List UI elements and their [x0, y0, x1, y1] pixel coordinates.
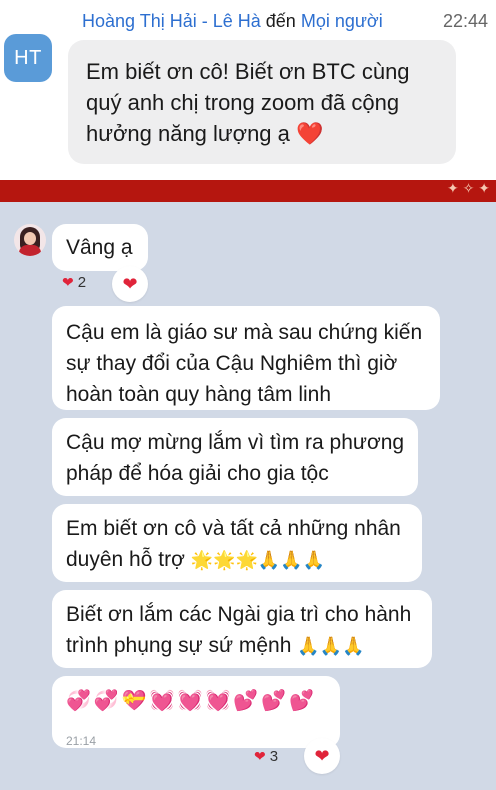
message-line: Biết ơn lắm các Ngài gia trì cho hành — [66, 603, 412, 626]
heart-reaction-button[interactable]: ❤ — [112, 266, 148, 302]
zoom-message-panel: HT Hoàng Thị Hải - Lê Hà đến Mọi người 2… — [0, 0, 496, 180]
reaction-count-value: 2 — [77, 274, 87, 291]
heart-reaction-button[interactable]: ❤ — [304, 738, 340, 774]
pray-emoji: 🙏🙏🙏 — [297, 636, 365, 656]
star-pray-emoji: 🌟🌟🌟🙏🙏🙏 — [190, 550, 326, 570]
message-line: hoàn toàn quy hàng tâm linh — [66, 383, 332, 406]
message-time: 22:44 — [442, 11, 488, 31]
zoom-message-bubble[interactable]: Em biết ơn cô! Biết ơn BTC cùng quý anh … — [68, 40, 456, 164]
message-line: pháp để hóa giải cho gia tộc — [66, 462, 329, 485]
hearts-emoji-row: 💞💞💝💓💓💓💕💕💕 — [66, 690, 318, 712]
message-text: Vâng ạ — [66, 236, 133, 259]
telegram-chat-area: Vâng ạ ❤ 2 ❤ Cậu em là giáo sư mà sau ch… — [0, 202, 496, 790]
message-text: trình phụng sự sứ mệnh — [66, 634, 292, 657]
user-avatar[interactable] — [14, 224, 46, 256]
recipient-name[interactable]: Mọi người — [301, 11, 383, 31]
message-line: Cậu mợ mừng lắm vì tìm ra phương — [66, 431, 405, 454]
message-line: duyên hỗ trợ 🌟🌟🌟🙏🙏🙏 — [66, 544, 408, 576]
chat-message[interactable]: Cậu mợ mừng lắm vì tìm ra phương pháp để… — [52, 418, 418, 496]
heart-icon: ❤ — [62, 274, 74, 290]
avatar-dress — [19, 245, 41, 256]
message-line: Em biết ơn cô và tất cả những nhân — [66, 517, 401, 540]
message-line: Em biết ơn cô! Biết ơn BTC cùng — [86, 59, 410, 84]
reaction-count[interactable]: ❤ 2 — [62, 274, 86, 291]
message-line: hưởng năng lượng ạ ❤️ — [86, 121, 324, 146]
reaction-count[interactable]: ❤ 3 — [254, 748, 278, 765]
chat-message[interactable]: Vâng ạ — [52, 224, 148, 271]
screenshot-divider: ✦ ✧ ✦ — [0, 180, 496, 202]
avatar-face — [24, 232, 36, 245]
message-time: 21:14 — [66, 734, 97, 748]
message-line: sự thay đổi của Cậu Nghiêm thì giờ — [66, 352, 398, 375]
chat-message[interactable]: Em biết ơn cô và tất cả những nhân duyên… — [52, 504, 422, 582]
chat-message[interactable]: Cậu em là giáo sư mà sau chứng kiến sự t… — [52, 306, 440, 410]
message-line: quý anh chị trong zoom đã cộng — [86, 90, 400, 115]
sender-name[interactable]: Hoàng Thị Hải - Lê Hà — [82, 11, 261, 31]
reaction-count-value: 3 — [269, 748, 279, 765]
chat-message[interactable]: Biết ơn lắm các Ngài gia trì cho hành tr… — [52, 590, 432, 668]
sparkle-decoration: ✦ ✧ ✦ — [447, 180, 490, 196]
message-line: Cậu em là giáo sư mà sau chứng kiến — [66, 321, 423, 344]
zoom-message-header: Hoàng Thị Hải - Lê Hà đến Mọi người 22:4… — [82, 11, 492, 32]
message-text: duyên hỗ trợ — [66, 548, 185, 571]
heart-icon: ❤ — [254, 748, 266, 764]
chat-message[interactable]: 💞💞💝💓💓💓💕💕💕 21:14 — [52, 676, 340, 748]
to-word: đến — [265, 11, 296, 31]
sender-avatar[interactable]: HT — [4, 34, 52, 82]
message-line: trình phụng sự sứ mệnh 🙏🙏🙏 — [66, 630, 418, 662]
